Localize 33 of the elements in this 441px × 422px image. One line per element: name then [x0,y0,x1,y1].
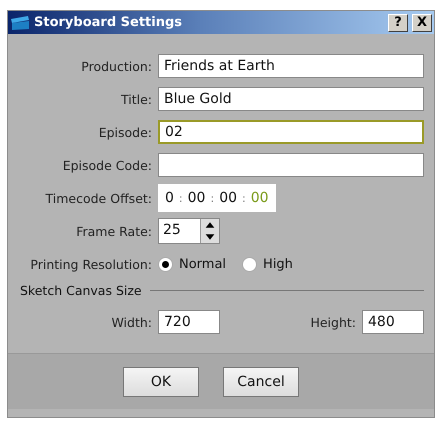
text-field[interactable]: 02 [158,120,424,144]
height-field[interactable]: 480 [362,310,424,334]
frame-rate-spinner[interactable]: 25 [158,218,220,244]
timecode-segment[interactable]: 00 [219,190,238,206]
radio-label[interactable]: Normal [179,256,226,272]
field-label: Height: [310,314,357,330]
text-field[interactable]: Blue Gold [158,87,424,111]
radio-button[interactable] [158,256,173,272]
close-button[interactable]: X [412,14,432,32]
field-label: Episode Code: [62,158,153,172]
timecode-segment[interactable]: 0 [165,190,174,206]
help-button[interactable]: ? [388,14,408,32]
window-title: Storyboard Settings [34,15,184,30]
field-label: Frame Rate: [75,224,153,238]
radio-button[interactable] [242,256,258,272]
field-label: Production: [80,58,153,74]
separator-text: : [242,192,246,204]
separator-text: : [178,192,183,204]
text-field[interactable] [158,153,424,177]
group-heading: Sketch Canvas Size [20,282,142,298]
timecode-segment[interactable]: 00 [188,190,206,206]
ok-button[interactable]: OK [123,366,199,396]
width-field[interactable]: 720 [158,310,220,334]
field-label: Title: [120,92,153,106]
field-label: Width: [110,314,153,330]
text-field[interactable]: Friends at Earth [158,54,424,78]
clapperboard-icon [10,14,30,30]
field-label: Timecode Offset: [44,190,153,206]
radio-label[interactable]: High [263,256,293,272]
field-label: Printing Resolution: [29,256,153,272]
field-label: Episode: [98,124,153,140]
separator-text: : [210,192,214,204]
cancel-button[interactable]: Cancel [223,366,299,396]
